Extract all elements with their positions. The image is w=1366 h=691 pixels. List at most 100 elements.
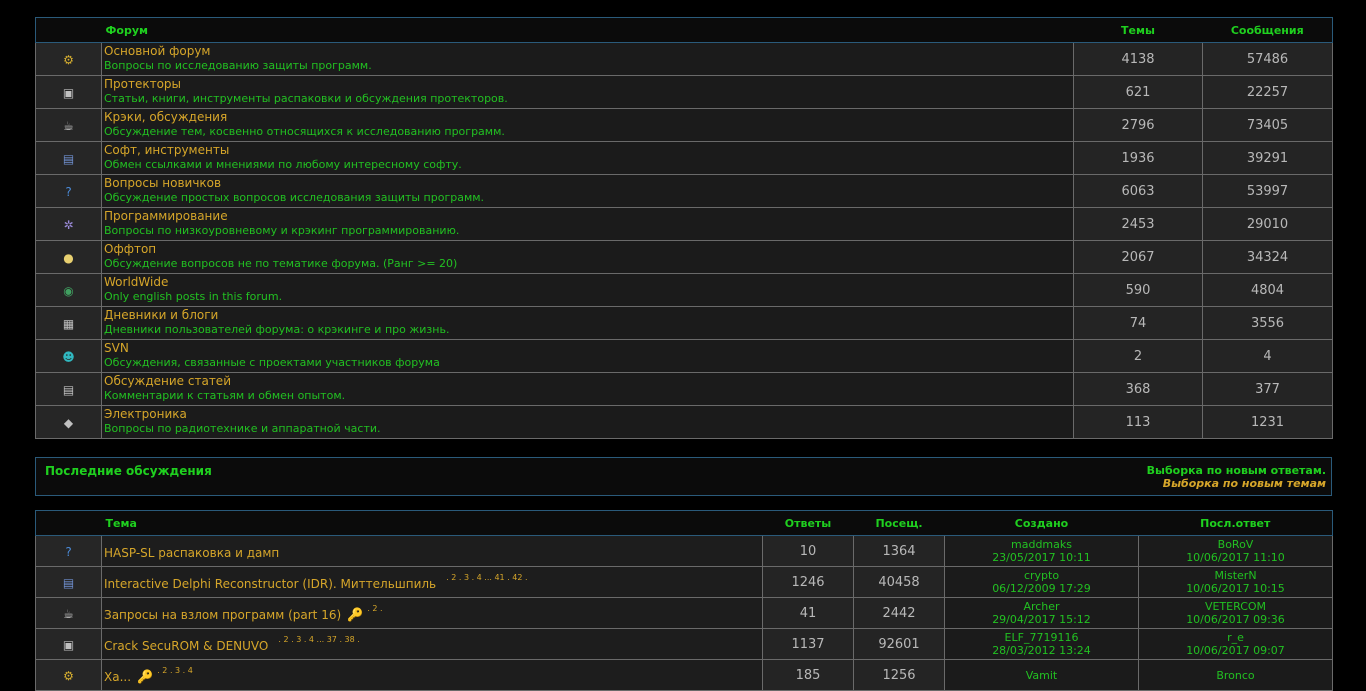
- forum-title-link[interactable]: WorldWide: [104, 275, 1073, 290]
- forum-row: ▤ Софт, инструменты Обмен ссылками и мнени…: [35, 141, 1333, 175]
- created-date: 06/12/2009 17:29: [992, 582, 1091, 595]
- last-user-link[interactable]: MisterN: [1139, 569, 1332, 582]
- forum-title-link[interactable]: Обсуждение статей: [104, 374, 1073, 389]
- forum-row: ☕ Крэки, обсуждения Обсуждение тем, косвен…: [35, 108, 1333, 142]
- forum-icon-cell: ▤: [35, 372, 102, 406]
- forum-row: ▤ Обсуждение статей Комментарии к статьям …: [35, 372, 1333, 406]
- forum-title-link[interactable]: Вопросы новичков: [104, 176, 1073, 191]
- topic-row: ⚙ Ха... 🔑. 2 . 3 . 4 185 1256 Vamit Bronco: [35, 659, 1333, 691]
- topic-views-count: 92601: [853, 628, 945, 660]
- window-icon: ▤: [62, 576, 75, 590]
- forum-row: ✲ Программирование Вопросы по низкоуровнев…: [35, 207, 1333, 241]
- forum-description: Only english posts in this forum.: [104, 290, 283, 303]
- topic-last-reply-cell: BoRoV 10/06/2017 11:10: [1138, 535, 1333, 567]
- topic-views-count: 1256: [853, 659, 945, 691]
- forum-posts-count: 4804: [1202, 273, 1333, 307]
- forum-name-cell: WorldWide Only english posts in this foru…: [101, 273, 1074, 307]
- header-last-reply: Посл.ответ: [1138, 510, 1333, 536]
- last-user-link[interactable]: VETERCOM: [1139, 600, 1332, 613]
- forum-name-cell: Обсуждение статей Комментарии к статьям и…: [101, 372, 1074, 406]
- topic-row: ☕ Запросы на взлом программ (part 16) 🔑. 2…: [35, 597, 1333, 629]
- forum-posts-count: 1231: [1202, 405, 1333, 439]
- topic-pages-links[interactable]: . 2 . 3 . 4: [157, 666, 193, 675]
- topic-title-link[interactable]: HASP-SL распаковка и дамп: [104, 546, 279, 560]
- last-reply-date: 10/06/2017 09:36: [1186, 613, 1285, 626]
- topic-title-cell: HASP-SL распаковка и дамп: [101, 535, 763, 567]
- forum-row: ☻ SVN Обсуждения, связанные с проектами уч…: [35, 339, 1333, 373]
- forum-title-link[interactable]: Дневники и блоги: [104, 308, 1073, 323]
- forum-row: ● Оффтоп Обсуждение вопросов не по тематик…: [35, 240, 1333, 274]
- creator-link[interactable]: crypto: [945, 569, 1138, 582]
- topic-replies-count: 10: [762, 535, 854, 567]
- forum-name-cell: Электроника Вопросы по радиотехнике и апп…: [101, 405, 1074, 439]
- forum-icon-cell: ▦: [35, 306, 102, 340]
- chip-icon: ◆: [63, 416, 74, 430]
- forum-description: Вопросы по низкоуровневому и крэкинг про…: [104, 224, 460, 237]
- header-replies: Ответы: [762, 510, 854, 536]
- forum-description: Комментарии к статьям и обмен опытом.: [104, 389, 346, 402]
- forum-posts-count: 53997: [1202, 174, 1333, 208]
- header-posts: Сообщения: [1202, 17, 1333, 43]
- forum-topics-count: 1936: [1073, 141, 1203, 175]
- topic-replies-count: 41: [762, 597, 854, 629]
- creator-link[interactable]: Archer: [945, 600, 1138, 613]
- forum-title-link[interactable]: Оффтоп: [104, 242, 1073, 257]
- topic-last-reply-cell: VETERCOM 10/06/2017 09:36: [1138, 597, 1333, 629]
- topic-title-link[interactable]: Interactive Delphi Reconstructor (IDR). …: [104, 577, 436, 591]
- header-created: Создано: [944, 510, 1139, 536]
- topic-title-link[interactable]: Crack SecuROM & DENUVO: [104, 639, 268, 653]
- forum-name-cell: SVN Обсуждения, связанные с проектами уча…: [101, 339, 1074, 373]
- forum-name-cell: Крэки, обсуждения Обсуждение тем, косвенн…: [101, 108, 1074, 142]
- last-user-link[interactable]: Bronco: [1139, 669, 1332, 682]
- topic-views-count: 2442: [853, 597, 945, 629]
- cup-icon: ☕: [63, 119, 74, 133]
- forum-icon-cell: ⚙: [35, 42, 102, 76]
- forum-title-link[interactable]: Программирование: [104, 209, 1073, 224]
- forum-row: ? Вопросы новичков Обсуждение простых вопр…: [35, 174, 1333, 208]
- forum-row: ◉ WorldWide Only english posts in this for…: [35, 273, 1333, 307]
- topic-icon-cell: ▤: [35, 566, 102, 598]
- forum-icon-cell: ▤: [35, 141, 102, 175]
- forum-posts-count: 39291: [1202, 141, 1333, 175]
- last-user-link[interactable]: BoRoV: [1139, 538, 1332, 551]
- forum-title-link[interactable]: Софт, инструменты: [104, 143, 1073, 158]
- forum-topics-count: 2453: [1073, 207, 1203, 241]
- forum-description: Обсуждение простых вопросов исследования…: [104, 191, 485, 204]
- topics-table: Тема Ответы Посещ. Создано Посл.ответ ? H…: [35, 510, 1333, 691]
- window-icon: ▤: [62, 152, 75, 166]
- topic-row: ▣ Crack SecuROM & DENUVO . 2 . 3 . 4 ... 3…: [35, 628, 1333, 660]
- forum-title-link[interactable]: Протекторы: [104, 77, 1073, 92]
- forum-icon-cell: ◉: [35, 273, 102, 307]
- topic-created-cell: crypto 06/12/2009 17:29: [944, 566, 1139, 598]
- forum-icon-cell: ☕: [35, 108, 102, 142]
- topic-last-reply-cell: r_e 10/06/2017 09:07: [1138, 628, 1333, 660]
- creator-link[interactable]: ELF_7719116: [945, 631, 1138, 644]
- forum-title-link[interactable]: SVN: [104, 341, 1073, 356]
- topic-row: ? HASP-SL распаковка и дамп 10 1364 maddmaks…: [35, 535, 1333, 567]
- creator-link[interactable]: Vamit: [945, 669, 1138, 682]
- forum-title-link[interactable]: Крэки, обсуждения: [104, 110, 1073, 125]
- topic-pages-links[interactable]: . 2 . 3 . 4 ... 41 . 42 .: [446, 573, 527, 582]
- created-date: 28/03/2012 13:24: [992, 644, 1091, 657]
- forum-name-cell: Софт, инструменты Обмен ссылками и мнения…: [101, 141, 1074, 175]
- forum-topics-count: 2067: [1073, 240, 1203, 274]
- topic-icon-cell: ☕: [35, 597, 102, 629]
- creator-link[interactable]: maddmaks: [945, 538, 1138, 551]
- topic-pages-links[interactable]: . 2 . 3 . 4 ... 37 . 38 .: [278, 635, 359, 644]
- forum-description: Обсуждения, связанные с проектами участн…: [104, 356, 440, 369]
- topic-row: ▤ Interactive Delphi Reconstructor (IDR).…: [35, 566, 1333, 598]
- filter-new-answers-link[interactable]: Выборка по новым ответам.: [1147, 464, 1326, 477]
- forum-name-cell: Дневники и блоги Дневники пользователей ф…: [101, 306, 1074, 340]
- forum-title-link[interactable]: Электроника: [104, 407, 1073, 422]
- topic-title-link[interactable]: Запросы на взлом программ (part 16): [104, 608, 341, 622]
- forum-title-link[interactable]: Основной форум: [104, 44, 1073, 59]
- filter-new-topics-link[interactable]: Выборка по новым темам: [1163, 477, 1326, 490]
- topic-created-cell: maddmaks 23/05/2017 10:11: [944, 535, 1139, 567]
- gear-icon: ⚙: [63, 53, 74, 67]
- topic-pages-links[interactable]: . 2 .: [367, 604, 382, 613]
- last-reply-date: 10/06/2017 10:15: [1186, 582, 1285, 595]
- last-user-link[interactable]: r_e: [1139, 631, 1332, 644]
- topic-views-count: 1364: [853, 535, 945, 567]
- forum-topics-count: 113: [1073, 405, 1203, 439]
- key-icon: 🔑: [347, 607, 364, 623]
